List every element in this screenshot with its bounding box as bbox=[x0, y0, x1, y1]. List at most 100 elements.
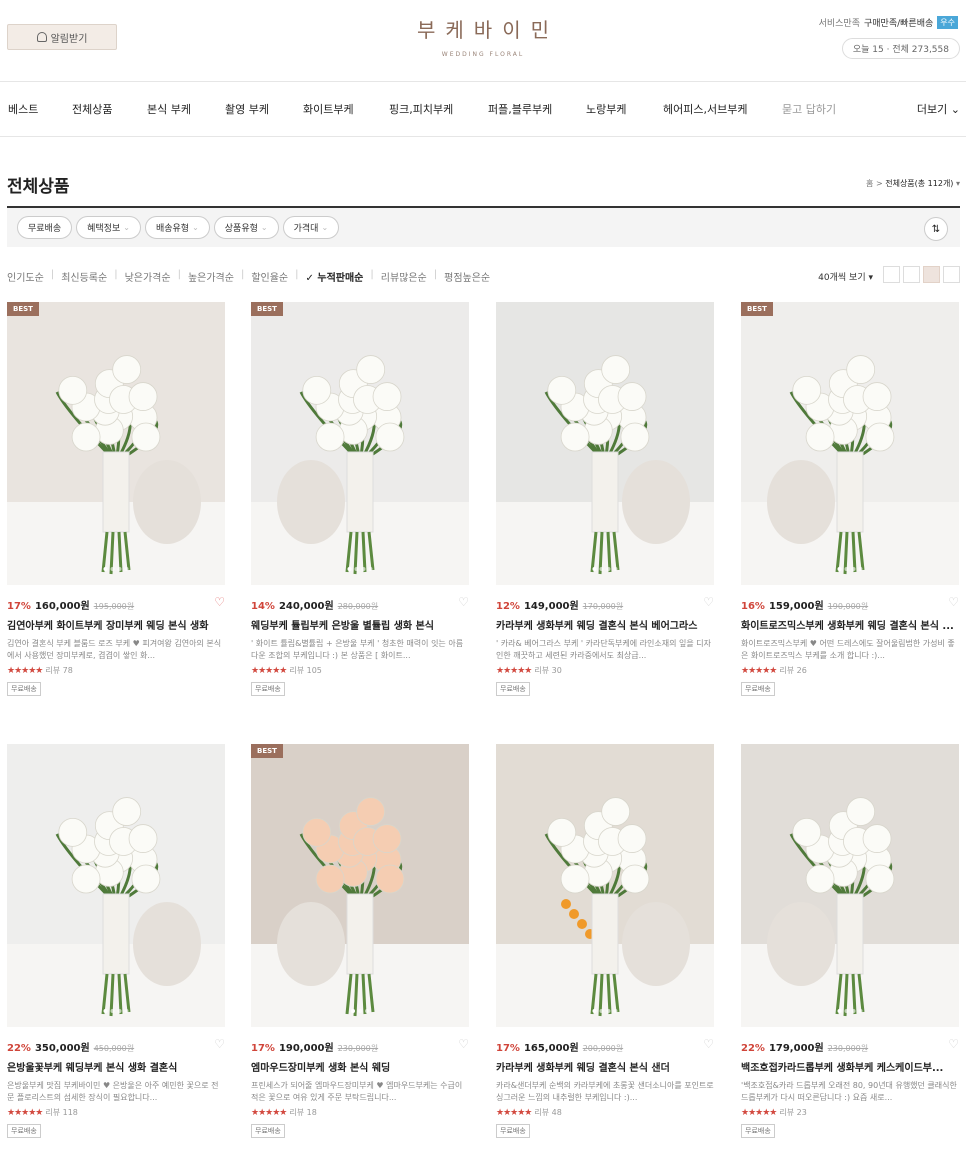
image-slider-dots[interactable] bbox=[103, 1009, 129, 1013]
best-badge: BEST bbox=[741, 302, 773, 316]
review-row: ★★★★★ 리뷰 105 bbox=[251, 665, 469, 676]
best-badge: BEST bbox=[251, 302, 283, 316]
product-name[interactable]: 백조호접카라드롭부케 생화부케 케스케이드부... bbox=[741, 1059, 959, 1074]
review-row: ★★★★★ 리뷰 78 bbox=[7, 665, 225, 676]
product-description: 프린세스가 되어줄 엠마우드장미부케 ♥ 엠마우드부케는 수급이 적은 꽃으로 … bbox=[251, 1081, 463, 1102]
free-shipping-badge: 무료배송 bbox=[7, 682, 41, 696]
sort-divider: | bbox=[50, 269, 55, 280]
breadcrumb-home[interactable]: 홈 bbox=[866, 179, 873, 188]
chevron-down-icon: ⌄ bbox=[260, 223, 268, 232]
sort-option-7[interactable]: 평점높은순 bbox=[444, 269, 490, 284]
sort-option-6[interactable]: 리뷰많은순 bbox=[381, 269, 427, 284]
sale-price: 165,000원 bbox=[523, 1043, 579, 1054]
heart-icon[interactable]: ♡ bbox=[214, 1037, 225, 1051]
filter-settings-icon[interactable]: ⇅ bbox=[924, 217, 948, 241]
view-grid4-icon[interactable] bbox=[923, 266, 940, 283]
service-rating-label: 서비스만족 bbox=[818, 19, 860, 29]
original-price: 170,000원 bbox=[582, 602, 624, 611]
view-grid2-icon[interactable] bbox=[903, 266, 920, 283]
filter-chip-4[interactable]: 가격대 ⌄ bbox=[282, 216, 340, 239]
image-slider-dots[interactable] bbox=[351, 1009, 369, 1013]
image-slider-dots[interactable] bbox=[592, 567, 618, 571]
product-description: ' 카라& 베어그라스 부케 ' 카라단독부케에 라인소재의 잎을 디자인한 깨… bbox=[496, 639, 711, 660]
review-row: ★★★★★ 리뷰 118 bbox=[7, 1107, 225, 1118]
service-rating-badge: 우수 bbox=[937, 16, 958, 29]
product-image[interactable] bbox=[496, 302, 714, 585]
product-card[interactable]: 12% 149,000원 170,000원 ♡ 카라부케 생화부케 웨딩 결혼식… bbox=[496, 302, 714, 696]
heart-icon[interactable]: ♡ bbox=[458, 595, 469, 609]
sort-option-5[interactable]: ✓ 누적판매순 bbox=[306, 269, 364, 284]
heart-icon[interactable]: ♡ bbox=[948, 1037, 959, 1051]
view-list-icon[interactable] bbox=[883, 266, 900, 283]
product-image[interactable]: BEST bbox=[251, 744, 469, 1027]
product-image[interactable] bbox=[7, 744, 225, 1027]
sort-option-0[interactable]: 인기도순 bbox=[7, 269, 44, 284]
product-card[interactable]: 17% 165,000원 200,000원 ♡ 카라부케 생화부케 웨딩 결혼식… bbox=[496, 744, 714, 1138]
review-count: 리뷰 48 bbox=[534, 1108, 562, 1117]
product-name[interactable]: 김연아부케 화이트부케 장미부케 웨딩 본식 생화 bbox=[7, 617, 225, 632]
nav-item-8[interactable]: 헤어피스,서브부케 bbox=[663, 101, 747, 117]
nav-item-7[interactable]: 노랑부케 bbox=[586, 101, 626, 117]
image-slider-dots[interactable] bbox=[347, 567, 373, 571]
image-slider-dots[interactable] bbox=[837, 567, 863, 571]
original-price: 230,000원 bbox=[827, 1044, 869, 1053]
product-image[interactable]: BEST bbox=[741, 302, 959, 585]
product-card[interactable]: BEST 16% 159,000원 190,000원 ♡ 화이트로즈믹스부케 생… bbox=[741, 302, 959, 696]
product-name[interactable]: 카라부케 생화부케 웨딩 결혼식 본식 샌더 bbox=[496, 1059, 714, 1074]
product-card[interactable]: BEST 14% 240,000원 280,000원 ♡ 웨딩부케 튤립부케 은… bbox=[251, 302, 469, 696]
heart-icon[interactable]: ♡ bbox=[214, 595, 225, 609]
heart-icon[interactable]: ♡ bbox=[703, 1037, 714, 1051]
nav-item-9[interactable]: 묻고 답하기 bbox=[782, 101, 836, 117]
nav-more-button[interactable]: 더보기 ⌄ bbox=[917, 101, 960, 117]
sort-option-4[interactable]: 할인율순 bbox=[251, 269, 288, 284]
nav-item-5[interactable]: 핑크,피치부케 bbox=[389, 101, 453, 117]
discount-rate: 16% bbox=[741, 601, 765, 612]
filter-chip-label: 배송유형 bbox=[155, 224, 190, 234]
breadcrumb-current[interactable]: 전체상품(총 112개) bbox=[885, 179, 953, 188]
nav-item-3[interactable]: 촬영 부케 bbox=[225, 101, 269, 117]
product-card[interactable]: BEST 17% 190,000원 230,000원 ♡ 엠마우드장미부케 생화… bbox=[251, 744, 469, 1138]
product-card[interactable]: 22% 350,000원 450,000원 ♡ 은방울꽃부케 웨딩부케 본식 생… bbox=[7, 744, 225, 1138]
product-image[interactable]: BEST bbox=[251, 302, 469, 585]
product-image[interactable] bbox=[741, 744, 959, 1027]
heart-icon[interactable]: ♡ bbox=[458, 1037, 469, 1051]
product-name[interactable]: 카라부케 생화부케 웨딩 결혼식 본식 베어그라스 bbox=[496, 617, 714, 632]
nav-item-4[interactable]: 화이트부케 bbox=[303, 101, 354, 117]
nav-item-1[interactable]: 전체상품 bbox=[72, 101, 112, 117]
nav-item-0[interactable]: 베스트 bbox=[8, 101, 38, 117]
logo-english: WEDDING FLORAL bbox=[441, 51, 525, 58]
product-description: 화이트로즈믹스부케 ♥ 어떤 드레스에도 잘어울림법한 가성비 좋은 화이트로즈… bbox=[741, 639, 955, 660]
sort-option-1[interactable]: 최신등록순 bbox=[61, 269, 107, 284]
nav-item-2[interactable]: 본식 부케 bbox=[147, 101, 191, 117]
chevron-down-icon: ⌄ bbox=[321, 223, 329, 232]
product-card[interactable]: BEST 17% 160,000원 195,000원 ♡ 김연아부케 화이트부케… bbox=[7, 302, 225, 696]
view-grid-large-icon[interactable] bbox=[943, 266, 960, 283]
filter-chip-label: 혜택정보 bbox=[87, 224, 121, 234]
original-price: 195,000원 bbox=[93, 602, 135, 611]
product-name[interactable]: 화이트로즈믹스부케 생화부케 웨딩 결혼식 본식 ... bbox=[741, 617, 959, 632]
sort-option-2[interactable]: 낮은가격순 bbox=[125, 269, 171, 284]
filter-chip-3[interactable]: 상품유형 ⌄ bbox=[213, 216, 279, 239]
product-image[interactable] bbox=[496, 744, 714, 1027]
nav-item-6[interactable]: 퍼플,블루부케 bbox=[488, 101, 552, 117]
filter-chip-2[interactable]: 배송유형 ⌄ bbox=[144, 216, 210, 239]
price-row: 17% 160,000원 195,000원 ♡ bbox=[7, 595, 225, 612]
heart-icon[interactable]: ♡ bbox=[703, 595, 714, 609]
per-page-select[interactable]: 40개씩 보기 ▾ bbox=[818, 270, 873, 283]
filter-chip-0[interactable]: 무료배송 bbox=[17, 216, 73, 239]
image-slider-dots[interactable] bbox=[103, 567, 129, 571]
product-name[interactable]: 웨딩부케 튤립부케 은방울 별튤립 생화 본식 bbox=[251, 617, 469, 632]
product-name[interactable]: 엠마우드장미부케 생화 본식 웨딩 bbox=[251, 1059, 469, 1074]
sort-option-3[interactable]: 높은가격순 bbox=[188, 269, 234, 284]
image-slider-dots[interactable] bbox=[837, 1009, 863, 1013]
product-card[interactable]: 22% 179,000원 230,000원 ♡ 백조호접카라드롭부케 생화부케 … bbox=[741, 744, 959, 1138]
product-description: '백조호접&카라 드롭부케 오래전 80, 90년대 유행했던 클래식한 드롭부… bbox=[741, 1081, 957, 1102]
product-image[interactable]: BEST bbox=[7, 302, 225, 585]
image-slider-dots[interactable] bbox=[592, 1009, 618, 1013]
filter-chip-1[interactable]: 혜택정보 ⌄ bbox=[76, 216, 141, 239]
per-page-label: 40개씩 보기 bbox=[818, 273, 866, 283]
chevron-down-icon: ⌄ bbox=[192, 223, 199, 232]
product-name[interactable]: 은방울꽃부케 웨딩부케 본식 생화 결혼식 bbox=[7, 1059, 225, 1074]
visitor-stats: 오늘 15 · 전체 273,558 bbox=[841, 38, 960, 59]
heart-icon[interactable]: ♡ bbox=[948, 595, 959, 609]
